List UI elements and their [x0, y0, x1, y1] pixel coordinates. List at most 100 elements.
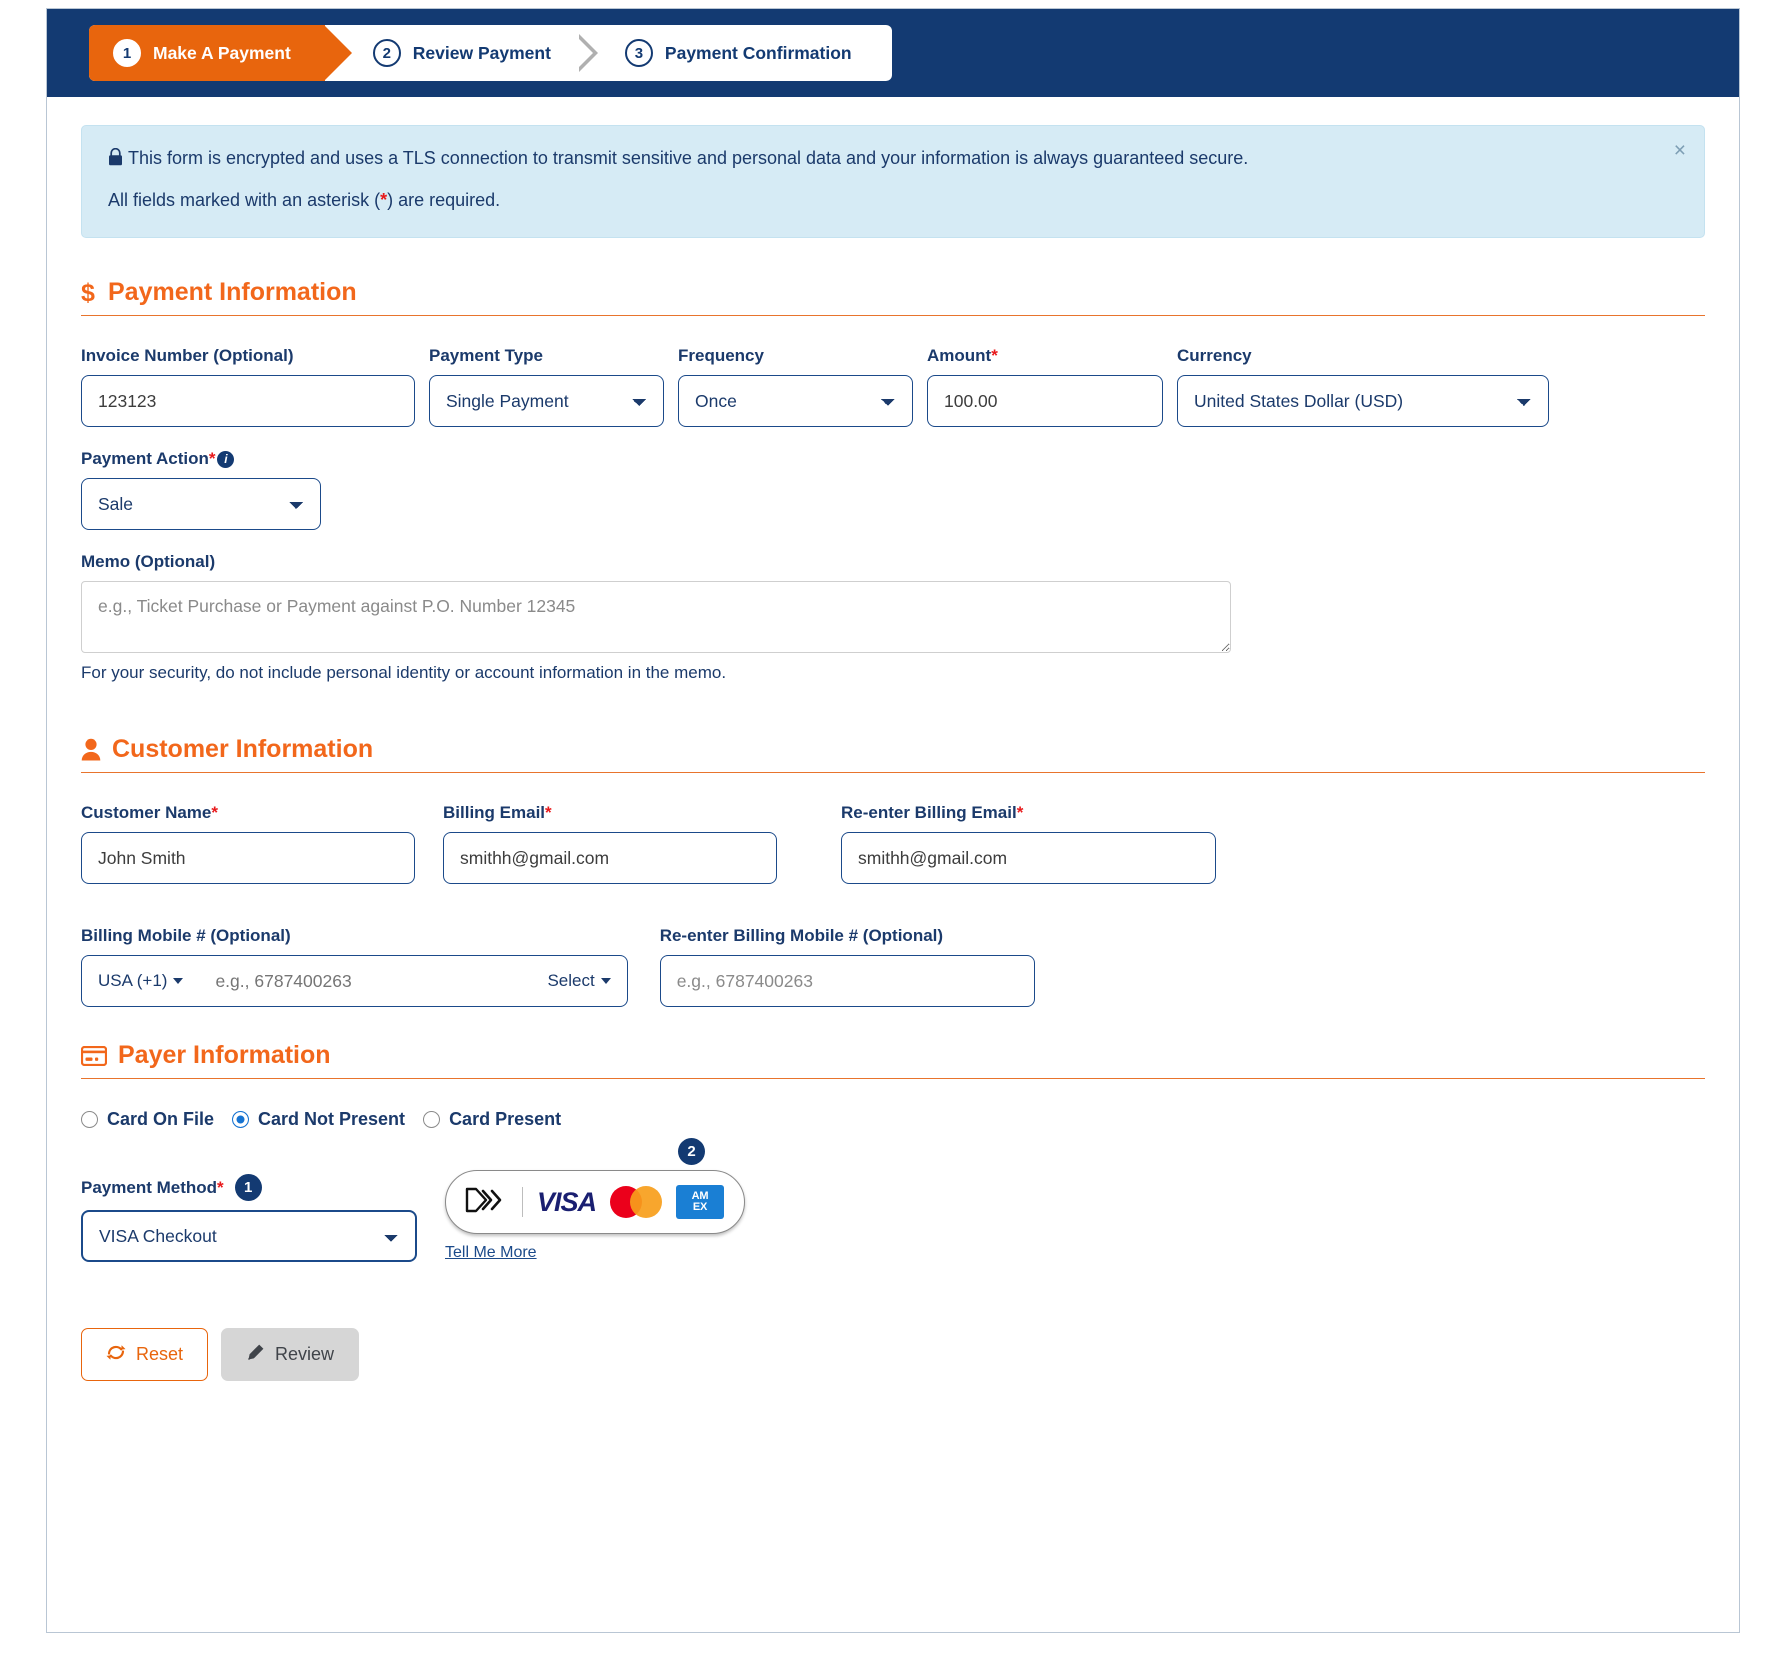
tell-me-more-link[interactable]: Tell Me More: [445, 1244, 537, 1262]
alert-text-2-post: ) are required.: [387, 189, 501, 210]
radio-icon: [423, 1111, 441, 1129]
payment-type-select[interactable]: Single Payment: [429, 375, 664, 428]
card-presence-radio-group: Card On File Card Not Present Card Prese…: [81, 1109, 1705, 1130]
invoice-number-label: Invoice Number (Optional): [81, 346, 294, 366]
chevron-down-icon: [600, 978, 611, 985]
visa-checkout-button[interactable]: VISA AM EX: [445, 1170, 745, 1235]
currency-field: Currency United States Dollar (USD): [1177, 346, 1549, 428]
dollar-icon: $: [81, 280, 97, 305]
radio-card-not-present-label: Card Not Present: [258, 1109, 406, 1130]
chevron-down-icon: [173, 978, 184, 985]
pencil-icon: [246, 1343, 265, 1367]
step-number-1: 1: [113, 39, 141, 67]
step-label-2: Review Payment: [412, 42, 551, 63]
memo-textarea[interactable]: [81, 581, 1231, 654]
logo-divider: [522, 1187, 523, 1218]
customer-name-input[interactable]: [81, 832, 415, 885]
amount-label-text: Amount: [927, 346, 992, 366]
payment-action-label-text: Payment Action: [81, 449, 209, 469]
frequency-label: Frequency: [678, 346, 764, 366]
stepper-bar: 1 Make A Payment 2 Review Payment 3 Paym…: [47, 9, 1739, 97]
currency-label: Currency: [1177, 346, 1252, 366]
checkout-chevrons-icon: [464, 1186, 508, 1219]
billing-email-input[interactable]: [443, 832, 777, 885]
step-review-payment[interactable]: 2 Review Payment: [355, 25, 577, 81]
step-label-3: Payment Confirmation: [664, 42, 852, 63]
payment-method-row: Payment Method* 1 VISA Checkout 2 VISA A…: [81, 1138, 1705, 1263]
amount-input[interactable]: [927, 375, 1163, 428]
country-code-value: USA (+1): [98, 971, 168, 991]
reenter-billing-email-input[interactable]: [841, 832, 1216, 885]
payment-method-select[interactable]: VISA Checkout: [81, 1210, 417, 1263]
mobile-carrier-label: Select: [547, 971, 595, 991]
payment-fields-row-1: Invoice Number (Optional) Payment Type S…: [81, 346, 1705, 428]
payment-action-select[interactable]: Sale: [81, 478, 321, 531]
radio-card-on-file[interactable]: Card On File: [81, 1109, 214, 1130]
step-payment-confirmation[interactable]: 3 Payment Confirmation: [607, 25, 878, 81]
frequency-select[interactable]: Once: [678, 375, 913, 428]
credit-card-icon: [81, 1045, 107, 1066]
reset-button[interactable]: Reset: [81, 1328, 209, 1382]
alert-text-2-pre: All fields marked with an asterisk (: [108, 189, 381, 210]
radio-icon: [81, 1111, 98, 1129]
customer-fields-row-1: Customer Name* Billing Email* Re-enter B…: [81, 803, 1705, 885]
amount-field: Amount*: [927, 346, 1163, 428]
step-marker-2: 2: [678, 1138, 705, 1166]
customer-fields-row-2: Billing Mobile # (Optional) USA (+1) Sel…: [81, 926, 1705, 1008]
customer-information-heading: Customer Information: [81, 735, 1705, 764]
memo-help-text: For your security, do not include person…: [81, 663, 727, 683]
reenter-billing-email-required-marker: *: [1016, 803, 1024, 823]
country-code-dropdown[interactable]: USA (+1): [81, 955, 200, 1008]
mobile-carrier-select[interactable]: Select: [531, 955, 628, 1008]
invoice-number-field: Invoice Number (Optional): [81, 346, 415, 428]
currency-select[interactable]: United States Dollar (USD): [1177, 375, 1549, 428]
frequency-field: Frequency Once: [678, 346, 913, 428]
payer-information-title: Payer Information: [118, 1041, 331, 1070]
memo-field: Memo (Optional): [81, 552, 1231, 654]
payment-information-heading: $ Payment Information: [81, 278, 1705, 307]
amount-required-marker: *: [991, 346, 998, 366]
form-content: × This form is encrypted and uses a TLS …: [47, 97, 1739, 1421]
billing-email-label-text: Billing Email: [443, 803, 546, 823]
close-icon[interactable]: ×: [1674, 140, 1686, 161]
review-button-label: Review: [275, 1344, 335, 1365]
billing-mobile-input[interactable]: [199, 955, 532, 1008]
reenter-billing-mobile-field: Re-enter Billing Mobile # (Optional): [659, 926, 1035, 1008]
invoice-number-input[interactable]: [81, 375, 415, 428]
customer-name-field: Customer Name*: [81, 803, 415, 885]
review-button[interactable]: Review: [221, 1328, 360, 1382]
billing-mobile-field: Billing Mobile # (Optional) USA (+1) Sel…: [81, 926, 628, 1008]
memo-label: Memo (Optional): [81, 552, 216, 572]
payment-form-page: 1 Make A Payment 2 Review Payment 3 Paym…: [46, 8, 1740, 1633]
reenter-billing-email-label: Re-enter Billing Email*: [841, 803, 1216, 823]
info-icon[interactable]: i: [217, 450, 235, 468]
payment-method-required-marker: *: [217, 1177, 224, 1197]
reenter-billing-email-label-text: Re-enter Billing Email: [841, 803, 1017, 823]
customer-information-rule: [81, 772, 1705, 774]
radio-card-present[interactable]: Card Present: [423, 1109, 561, 1130]
alert-text-1: This form is encrypted and uses a TLS co…: [128, 148, 1249, 168]
mastercard-logo: [610, 1186, 663, 1219]
step-marker-1: 1: [234, 1174, 262, 1202]
payment-method-field: Payment Method* 1 VISA Checkout: [81, 1174, 417, 1263]
amex-logo: AM EX: [676, 1185, 725, 1220]
reenter-billing-email-field: Re-enter Billing Email*: [841, 803, 1216, 885]
alert-line-2: All fields marked with an asterisk (*) a…: [108, 190, 1678, 212]
card-logos-block: 2 VISA AM EX Tell Me More: [445, 1138, 745, 1262]
step-make-a-payment[interactable]: 1 Make A Payment: [89, 25, 352, 81]
customer-name-label-text: Customer Name: [81, 803, 212, 823]
refresh-icon: [106, 1343, 126, 1367]
step-number-2: 2: [372, 39, 401, 67]
reenter-billing-mobile-input[interactable]: [659, 955, 1035, 1008]
memo-row: Memo (Optional): [81, 552, 1705, 654]
customer-name-label: Customer Name*: [81, 803, 415, 823]
payment-action-field: Payment Action* i Sale: [81, 449, 321, 531]
radio-card-not-present[interactable]: Card Not Present: [232, 1109, 405, 1130]
billing-email-required-marker: *: [545, 803, 552, 823]
payment-type-field: Payment Type Single Payment: [429, 346, 664, 428]
radio-card-on-file-label: Card On File: [107, 1109, 215, 1130]
payment-method-label-group: Payment Method*: [81, 1178, 224, 1198]
radio-card-present-label: Card Present: [449, 1109, 562, 1130]
payment-information-title: Payment Information: [108, 278, 357, 307]
payment-fields-row-2: Payment Action* i Sale: [81, 449, 1705, 531]
